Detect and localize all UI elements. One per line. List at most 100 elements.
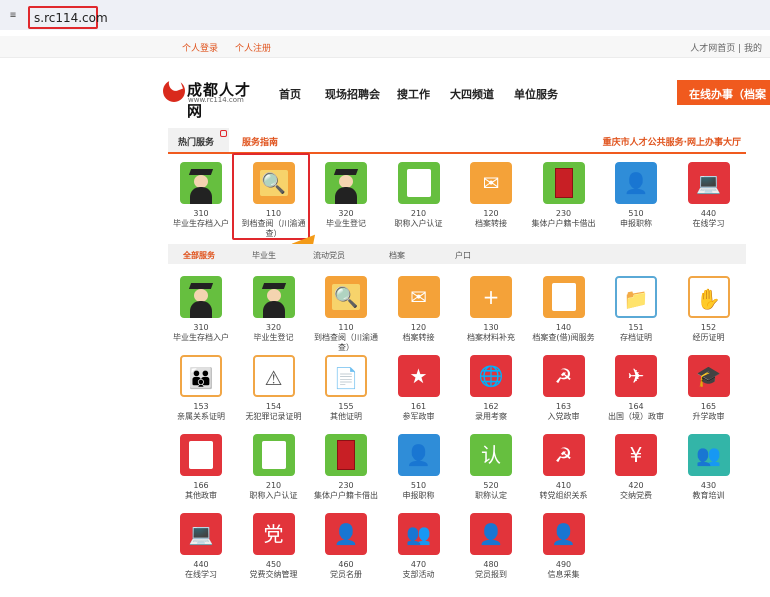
service-tile-230[interactable]: 230 集体户户籍卡借出: [529, 162, 599, 229]
service-tile-label: 310 毕业生存档入户: [166, 209, 236, 229]
service-tile-140[interactable]: ✎ 140 档案查(借)阅服务: [529, 276, 599, 343]
nav-job-fair[interactable]: 现场招聘会: [325, 86, 380, 102]
graduate-icon: [252, 276, 295, 318]
service-name: 到档查阅（川渝通查）: [314, 333, 378, 352]
home-links[interactable]: 人才网首页 | 我的: [690, 41, 762, 54]
service-tile-110[interactable]: 🔍 110 到档查阅（川渝通查）: [311, 276, 381, 353]
globe-document-icon: 🌐: [470, 355, 512, 397]
url-field[interactable]: s.rc114.com: [28, 6, 108, 29]
service-tile-label: 510 申报职称: [601, 209, 671, 229]
service-name: 档案转接: [475, 219, 507, 228]
service-code: 120: [410, 323, 427, 332]
service-tile-510[interactable]: 👤 510 申报职称: [601, 162, 671, 229]
service-tile-label: 420 交纳党费: [601, 481, 671, 501]
service-tile-154[interactable]: ⚠ 154 无犯罪记录证明: [239, 355, 309, 422]
service-tile-490[interactable]: 👤 490 信息采集: [529, 513, 599, 580]
tab-all-services[interactable]: 全部服务: [183, 250, 215, 261]
service-tile-210[interactable]: ⌂ 210 职称入户认证: [239, 434, 309, 501]
service-tile-label: 210 职称入户认证: [384, 209, 454, 229]
archive-certificate-icon: 📁: [615, 276, 657, 318]
service-tile-120[interactable]: ✉ 120 档案转接: [384, 276, 454, 343]
service-code: 420: [628, 481, 644, 490]
service-code: 440: [700, 209, 717, 218]
service-tile-460[interactable]: 👤 460 党员名册: [311, 513, 381, 580]
service-code: 460: [338, 560, 354, 569]
service-code: 480: [483, 560, 499, 569]
online-service-button[interactable]: 在线办事（档案: [677, 80, 770, 105]
service-code: 166: [193, 481, 209, 490]
airplane-icon: ✈: [615, 355, 657, 397]
service-tile-166[interactable]: 审 166 其他政审: [166, 434, 236, 501]
nav-senior-channel[interactable]: 大四频道: [450, 86, 494, 102]
service-tile-label: 410 转党组织关系: [529, 481, 599, 501]
service-tile-152[interactable]: ✋ 152 经历证明: [674, 276, 744, 343]
service-tile-164[interactable]: ✈ 164 出国（境）政审: [601, 355, 671, 422]
red-book-icon: [542, 162, 585, 204]
service-tile-310[interactable]: 310 毕业生存档入户: [166, 162, 236, 229]
site-logo[interactable]: 成都人才网 www.rc114.com: [163, 80, 263, 120]
service-tile-130[interactable]: +130 档案材料补充: [456, 276, 526, 343]
service-tile-470[interactable]: 👥 470 支部活动: [384, 513, 454, 580]
hall-link[interactable]: 重庆市人才公共服务·网上办事大厅: [603, 135, 741, 148]
service-tile-label: 161 参军政审: [384, 402, 454, 422]
nav-home[interactable]: 首页: [279, 86, 301, 102]
service-name: 党费交纳管理: [249, 570, 298, 579]
service-tile-410[interactable]: ☭ 410 转党组织关系: [529, 434, 599, 501]
tab-hukou[interactable]: 户口: [455, 250, 471, 261]
tab-archives[interactable]: 档案: [389, 250, 405, 261]
service-tile-420[interactable]: ¥420 交纳党费: [601, 434, 671, 501]
service-tile-label: 520 职称认定: [456, 481, 526, 501]
soldier-icon: ★: [397, 355, 440, 397]
graduate-icon: [180, 276, 222, 318]
member-report-icon: 👤: [470, 513, 512, 555]
service-filter-tabs: 全部服务 毕业生 流动党员 档案 户口: [168, 244, 746, 264]
service-tile-320[interactable]: 320 毕业生登记: [239, 276, 309, 343]
service-tile-210[interactable]: ⌂ 210 职称入户认证: [384, 162, 454, 229]
nav-search-jobs[interactable]: 搜工作: [397, 86, 430, 102]
service-tile-153[interactable]: 👪 153 亲属关系证明: [166, 355, 236, 422]
register-link[interactable]: 个人注册: [235, 41, 271, 54]
tab-service-guide[interactable]: 服务指南: [242, 135, 278, 148]
service-tile-161[interactable]: ★ 161 参军政审: [384, 355, 454, 422]
service-tile-label: 490 信息采集: [529, 560, 599, 580]
login-link[interactable]: 个人登录: [182, 41, 218, 54]
person-icon: 👤: [397, 434, 440, 476]
tab-hot-services[interactable]: 热门服务: [168, 128, 229, 152]
service-name: 档案材料补充: [467, 333, 515, 342]
service-tile-440[interactable]: 💻 440 在线学习: [674, 162, 744, 229]
service-tile-label: 450 党费交纳管理: [239, 560, 309, 580]
service-tile-label: 130 档案材料补充: [456, 323, 526, 343]
tab-graduates[interactable]: 毕业生: [252, 250, 276, 261]
service-tile-440[interactable]: 💻 440 在线学习: [166, 513, 236, 580]
service-tile-430[interactable]: 👥 430 教育培训: [674, 434, 744, 501]
warning-document-icon: ⚠: [252, 355, 295, 397]
service-tile-450[interactable]: 党 450 党费交纳管理: [239, 513, 309, 580]
pen-document-icon: ✎: [542, 276, 585, 318]
sliders-icon[interactable]: ≡: [10, 10, 16, 21]
service-tile-480[interactable]: 👤 480 党员报到: [456, 513, 526, 580]
certification-badge-icon: 认: [470, 434, 512, 476]
service-tile-320[interactable]: 320 毕业生登记: [311, 162, 381, 229]
service-tile-label: 480 党员报到: [456, 560, 526, 580]
nav-employer-services[interactable]: 单位服务: [514, 86, 558, 102]
service-code: 210: [265, 481, 282, 490]
service-tile-520[interactable]: 认 520 职称认定: [456, 434, 526, 501]
service-tile-510[interactable]: 👤 510 申报职称: [384, 434, 454, 501]
service-tile-155[interactable]: 📄 155 其他证明: [311, 355, 381, 422]
service-tile-151[interactable]: 📁 151 存档证明: [601, 276, 671, 343]
service-tile-310[interactable]: 310 毕业生存档入户: [166, 276, 236, 343]
service-tile-163[interactable]: ☭ 163 入党政审: [529, 355, 599, 422]
service-name: 参军政审: [402, 412, 435, 421]
service-code: 155: [338, 402, 354, 411]
service-tile-label: 154 无犯罪记录证明: [239, 402, 309, 422]
service-code: 230: [338, 481, 354, 490]
service-tile-230[interactable]: 230 集体户户籍卡借出: [311, 434, 381, 501]
service-name: 其他证明: [330, 412, 362, 421]
service-code: 162: [483, 402, 499, 411]
tab-mobile-members[interactable]: 流动党员: [313, 250, 345, 261]
service-tile-120[interactable]: ✉ 120 档案转接: [456, 162, 526, 229]
service-tile-162[interactable]: 🌐 162 录用考察: [456, 355, 526, 422]
service-name: 申报职称: [402, 491, 435, 500]
service-tile-165[interactable]: 🎓 165 升学政审: [674, 355, 744, 422]
service-name: 党员名册: [330, 570, 362, 579]
